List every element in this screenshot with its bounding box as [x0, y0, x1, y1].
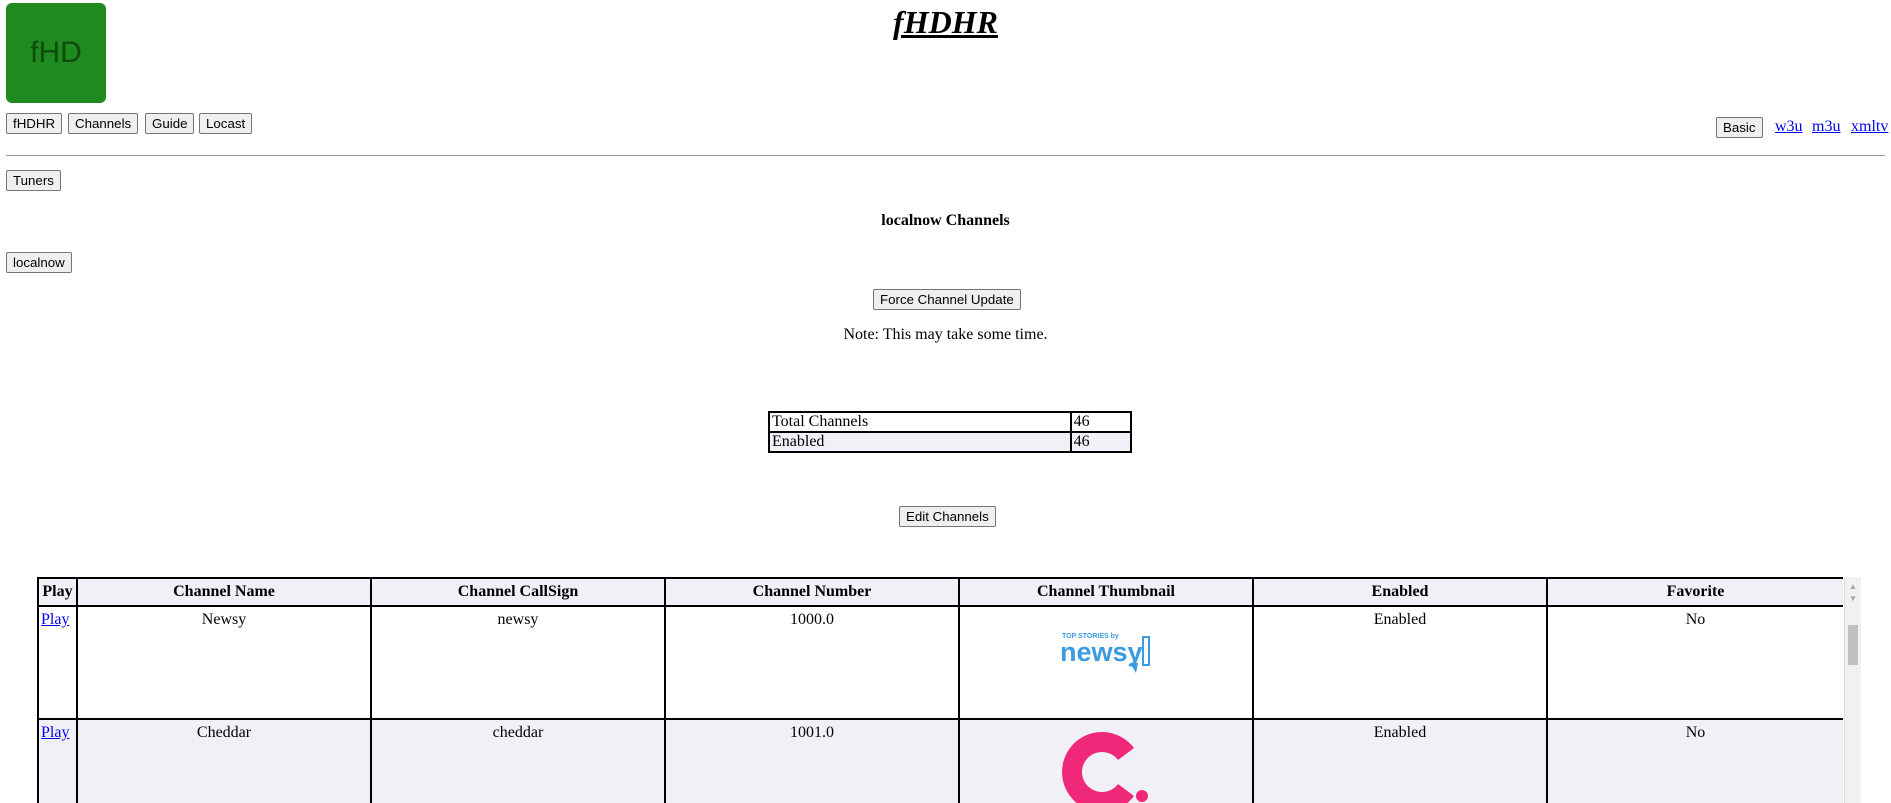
- localnow-origin-button[interactable]: localnow: [6, 252, 72, 273]
- newsy-logo: TOP STORIES by newsy: [1060, 633, 1150, 673]
- table-header-row: Play Channel Name Channel CallSign Chann…: [37, 577, 1843, 607]
- summary-row: Enabled 46: [768, 431, 1133, 453]
- m3u-link[interactable]: m3u: [1812, 118, 1840, 136]
- header-divider: [6, 155, 1885, 156]
- summary-row: Total Channels 46: [768, 411, 1133, 433]
- play-cell: Play: [37, 718, 78, 803]
- cheddar-logo-dot: [1136, 790, 1148, 802]
- basic-button[interactable]: Basic: [1716, 117, 1763, 138]
- channel-thumbnail: TOP STORIES by newsy: [958, 605, 1254, 720]
- column-header-number: Channel Number: [664, 577, 960, 607]
- column-header-name: Channel Name: [76, 577, 372, 607]
- scroll-down-icon[interactable]: ▼: [1849, 595, 1857, 603]
- cheddar-logo-c: [1062, 732, 1134, 803]
- channel-favorite: No: [1546, 605, 1843, 720]
- tuners-button[interactable]: Tuners: [6, 170, 61, 191]
- channels-table-container[interactable]: Play Channel Name Channel CallSign Chann…: [37, 577, 1843, 803]
- summary-value: 46: [1069, 431, 1133, 453]
- channel-number: 1000.0: [664, 605, 960, 720]
- scrollbar-thumb[interactable]: [1848, 625, 1858, 665]
- xmltv-link[interactable]: xmltv: [1851, 118, 1888, 136]
- column-header-favorite: Favorite: [1546, 577, 1843, 607]
- channel-thumbnail: [958, 718, 1254, 803]
- channel-name: Cheddar: [76, 718, 372, 803]
- scroll-up-icon[interactable]: ▲: [1849, 583, 1857, 591]
- section-title: localnow Channels: [881, 212, 1010, 229]
- channel-callsign: newsy: [370, 605, 666, 720]
- table-row: Play Newsy newsy 1000.0 TOP STORIES by n…: [37, 605, 1843, 720]
- edit-channels-button[interactable]: Edit Channels: [899, 506, 996, 527]
- play-link[interactable]: Play: [41, 724, 69, 741]
- table-scrollbar[interactable]: ▲ ▼: [1844, 577, 1861, 803]
- table-row: Play Cheddar cheddar 1001.0 Enabled No: [37, 718, 1843, 803]
- w3u-link[interactable]: w3u: [1775, 118, 1803, 136]
- play-link[interactable]: Play: [41, 611, 69, 628]
- channel-number: 1001.0: [664, 718, 960, 803]
- channel-callsign: cheddar: [370, 718, 666, 803]
- column-header-thumbnail: Channel Thumbnail: [958, 577, 1254, 607]
- newsy-logo-bracket: [1142, 636, 1150, 666]
- cheddar-logo: [1062, 732, 1148, 803]
- channels-table: Play Channel Name Channel CallSign Chann…: [37, 577, 1843, 803]
- column-header-enabled: Enabled: [1252, 577, 1548, 607]
- play-cell: Play: [37, 605, 78, 720]
- nav-guide-button[interactable]: Guide: [145, 113, 195, 134]
- channel-enabled: Enabled: [1252, 605, 1548, 720]
- column-header-callsign: Channel CallSign: [370, 577, 666, 607]
- newsy-logo-main-text: newsy: [1060, 637, 1143, 667]
- nav-locast-button[interactable]: Locast: [199, 113, 253, 134]
- summary-label: Enabled: [768, 431, 1072, 453]
- channel-summary-table: Total Channels 46 Enabled 46: [768, 411, 1133, 453]
- force-channel-update-button[interactable]: Force Channel Update: [873, 289, 1021, 310]
- newsy-logo-tail: [1130, 663, 1138, 673]
- page-title: fHDHR: [893, 4, 998, 40]
- update-note: Note: This may take some time.: [843, 326, 1048, 343]
- nav-fhdhr-button[interactable]: fHDHR: [6, 113, 63, 134]
- column-header-play: Play: [37, 577, 78, 607]
- channel-name: Newsy: [76, 605, 372, 720]
- nav-channels-button[interactable]: Channels: [68, 113, 139, 134]
- summary-value: 46: [1069, 411, 1133, 433]
- summary-label: Total Channels: [768, 411, 1072, 433]
- channel-favorite: No: [1546, 718, 1843, 803]
- channel-enabled: Enabled: [1252, 718, 1548, 803]
